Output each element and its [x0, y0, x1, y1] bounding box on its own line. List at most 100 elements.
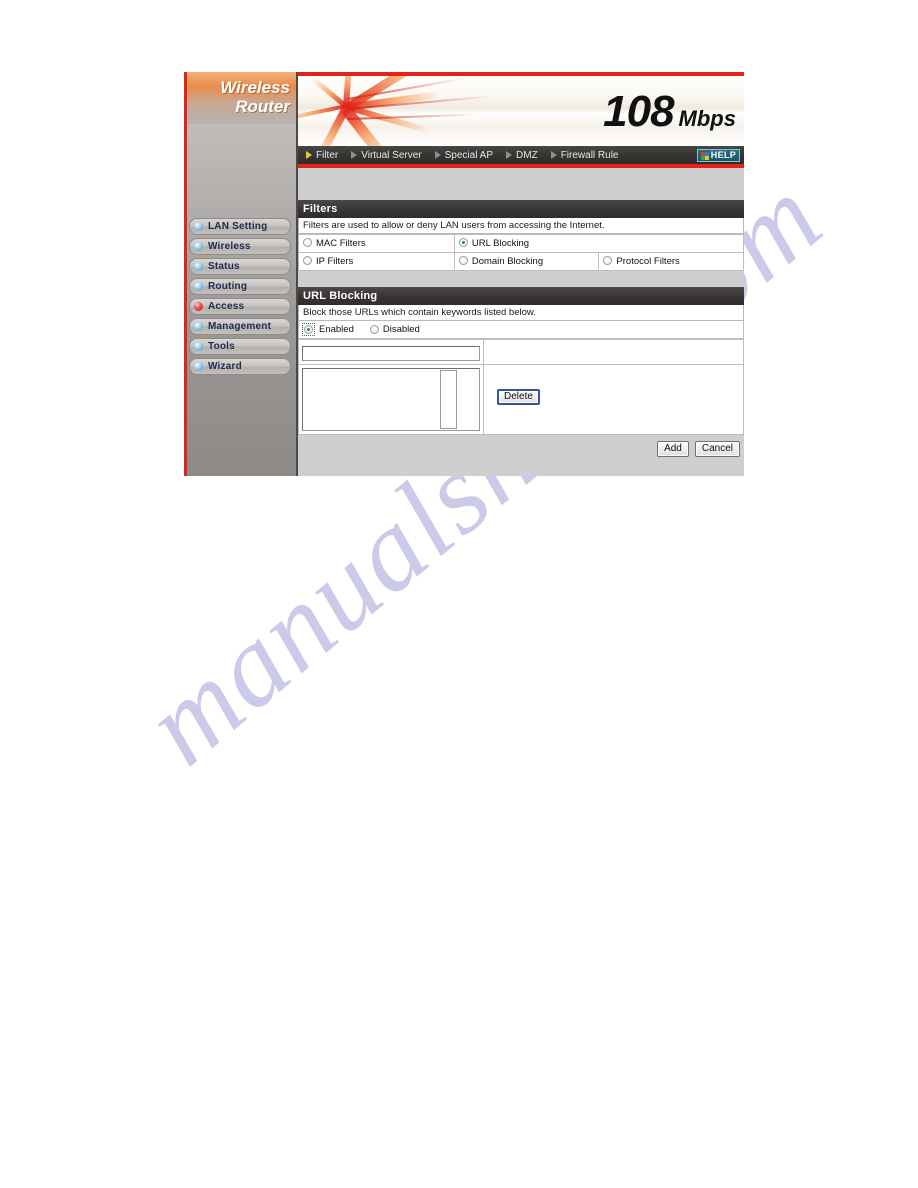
sidebar: Wireless Router LAN Setting Wireless Sta… — [184, 72, 298, 476]
radio-enabled-icon[interactable] — [304, 325, 313, 334]
disabled-label: Disabled — [382, 324, 420, 335]
sidebar-item-lan-setting[interactable]: LAN Setting — [189, 218, 291, 235]
nav-item-label: Virtual Server — [361, 149, 422, 161]
bullet-icon — [194, 262, 203, 271]
url-blocking-section-title: URL Blocking — [298, 287, 744, 305]
sidebar-item-label: Management — [208, 321, 272, 332]
cancel-button[interactable]: Cancel — [694, 441, 740, 457]
sidebar-item-status[interactable]: Status — [189, 258, 291, 275]
triangle-icon — [306, 151, 312, 159]
nav-item-special-ap[interactable]: Special AP — [434, 149, 494, 161]
bullet-icon — [194, 282, 203, 291]
option-domain-blocking[interactable]: Domain Blocking — [453, 252, 600, 271]
banner-title: 108 Mbps — [603, 90, 736, 134]
table-row — [298, 339, 744, 365]
content-top-gap — [298, 168, 744, 200]
url-blocking-fields: Delete — [298, 339, 744, 435]
triangle-icon — [351, 151, 358, 159]
option-url-blocking[interactable]: URL Blocking — [453, 234, 745, 253]
sidebar-item-label: Status — [208, 261, 240, 272]
bullet-active-icon — [194, 302, 203, 311]
option-label: Domain Blocking — [471, 256, 544, 267]
sidebar-item-wizard[interactable]: Wizard — [189, 358, 291, 375]
radio-checked-icon[interactable] — [458, 238, 468, 247]
keyword-list-cell — [298, 364, 484, 435]
delete-button-wrap: Delete — [487, 368, 740, 405]
delete-button[interactable]: Delete — [497, 389, 540, 405]
triangle-icon — [550, 151, 557, 159]
sidebar-item-label: Tools — [208, 341, 235, 352]
url-blocking-description: Block those URLs which contain keywords … — [298, 305, 744, 321]
speed-unit: Mbps — [678, 106, 736, 131]
enabled-label: Enabled — [319, 324, 354, 335]
content-area: Filters Filters are used to allow or den… — [298, 168, 745, 476]
delete-button-cell: Delete — [483, 364, 744, 435]
bullet-icon — [194, 342, 203, 351]
radio-icon[interactable] — [303, 256, 312, 265]
bullet-icon — [194, 362, 203, 371]
brand-logo-line-1: Wireless — [220, 78, 290, 97]
sidebar-item-access[interactable]: Access — [189, 298, 291, 315]
help-color-squares-icon — [700, 151, 709, 160]
sidebar-item-tools[interactable]: Tools — [189, 338, 291, 355]
keyword-input[interactable] — [302, 346, 480, 361]
radio-disabled-icon[interactable] — [369, 325, 379, 334]
table-row: IP Filters Domain Blocking Protocol Filt… — [298, 252, 744, 271]
nav-item-virtual-server[interactable]: Virtual Server — [351, 149, 422, 161]
bullet-icon — [194, 242, 203, 251]
bullet-icon — [194, 222, 203, 231]
banner-burst-graphic — [298, 76, 488, 146]
form-footer: Add Cancel — [298, 435, 744, 463]
filters-description: Filters are used to allow or deny LAN us… — [298, 218, 744, 234]
keyword-input-cell — [298, 339, 484, 365]
option-label: MAC Filters — [316, 238, 366, 249]
top-nav: Filter Virtual Server Special AP DMZ Fir… — [298, 146, 744, 168]
sidebar-item-wireless[interactable]: Wireless — [189, 238, 291, 255]
keyword-listbox[interactable] — [302, 368, 480, 431]
brand-logo: Wireless Router — [184, 72, 296, 124]
section-spacer — [298, 271, 744, 287]
nav-item-label: Special AP — [444, 149, 494, 161]
radio-icon[interactable] — [603, 256, 613, 265]
sidebar-item-label: Wireless — [208, 241, 251, 252]
filters-section-title: Filters — [298, 200, 744, 218]
option-label: URL Blocking — [471, 238, 530, 249]
main-column: 108 Mbps Filter Virtual Server Special A… — [298, 72, 745, 476]
product-banner: 108 Mbps — [298, 72, 744, 146]
help-label: HELP — [710, 150, 736, 160]
sidebar-item-routing[interactable]: Routing — [189, 278, 291, 295]
nav-item-label: Firewall Rule — [560, 149, 619, 161]
add-button[interactable]: Add — [657, 441, 689, 457]
nav-item-filter[interactable]: Filter — [306, 150, 338, 161]
keyword-input-right-cell — [483, 339, 744, 365]
nav-item-firewall-rule[interactable]: Firewall Rule — [550, 149, 619, 161]
listbox-scrollbar[interactable] — [440, 370, 457, 429]
radio-icon[interactable] — [303, 238, 312, 247]
speed-number: 108 — [603, 87, 674, 136]
nav-item-label: Filter — [316, 149, 339, 161]
url-blocking-enable-row: Enabled Disabled — [298, 321, 744, 339]
bullet-icon — [194, 322, 203, 331]
table-row: Delete — [298, 364, 744, 435]
option-protocol-filters[interactable]: Protocol Filters — [598, 252, 744, 271]
sidebar-item-label: LAN Setting — [208, 221, 268, 232]
filter-type-table: MAC Filters URL Blocking IP Filters Doma… — [298, 234, 745, 271]
option-label: Protocol Filters — [616, 256, 680, 267]
option-mac-filters[interactable]: MAC Filters — [298, 234, 455, 253]
triangle-icon — [434, 151, 441, 159]
brand-logo-line-2: Router — [235, 97, 290, 116]
nav-item-label: DMZ — [516, 149, 538, 161]
option-label: IP Filters — [316, 256, 354, 267]
nav-item-dmz[interactable]: DMZ — [506, 150, 538, 161]
option-ip-filters[interactable]: IP Filters — [298, 252, 455, 271]
sidebar-item-label: Wizard — [208, 361, 242, 372]
help-button[interactable]: HELP — [696, 149, 740, 162]
radio-icon[interactable] — [458, 256, 468, 265]
router-admin-window: Wireless Router LAN Setting Wireless Sta… — [184, 72, 745, 476]
sidebar-item-management[interactable]: Management — [189, 318, 291, 335]
sidebar-item-label: Routing — [208, 281, 248, 292]
sidebar-menu: LAN Setting Wireless Status Routing Acce… — [184, 218, 296, 375]
table-row: MAC Filters URL Blocking — [298, 234, 745, 253]
enabled-radio-focus — [302, 323, 315, 336]
